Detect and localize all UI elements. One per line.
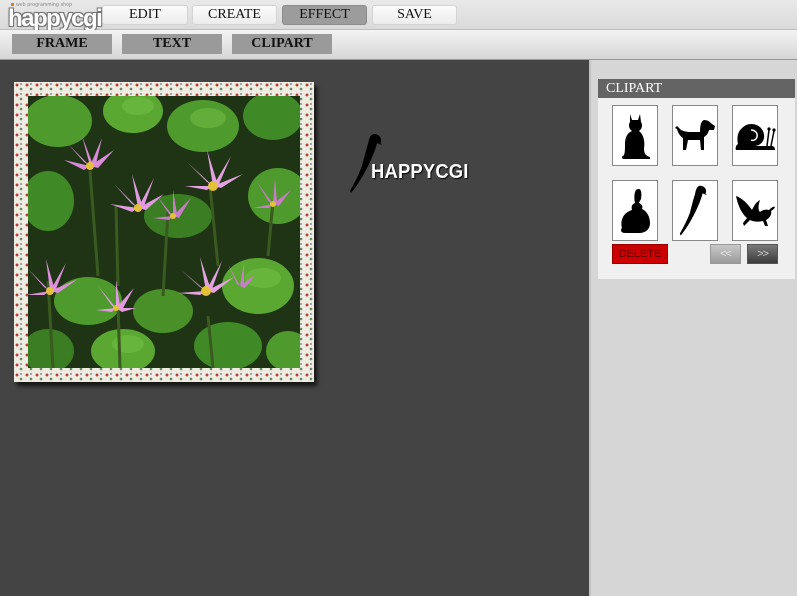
photo-frame-border — [14, 82, 314, 382]
rabbit-icon — [621, 188, 650, 233]
clipart-panel-title: CLIPART — [598, 79, 795, 98]
menu-create-button[interactable]: CREATE — [192, 5, 277, 25]
menu-effect-button[interactable]: EFFECT — [282, 5, 367, 25]
text-tab-button[interactable]: TEXT — [122, 34, 222, 54]
right-side-panel: CLIPART DELETE << >> — [589, 60, 797, 596]
cat-icon — [621, 113, 650, 159]
parrot-icon — [679, 185, 707, 235]
menu-edit-button[interactable]: EDIT — [102, 5, 188, 25]
frame-tab-button[interactable]: FRAME — [12, 34, 112, 54]
water-lily-photo-svg — [28, 96, 300, 368]
clipart-panel: CLIPART DELETE << >> — [598, 79, 795, 279]
effect-sub-toolbar: FRAME TEXT CLIPART — [0, 30, 797, 60]
prev-page-button[interactable]: << — [710, 244, 741, 264]
logo-wordmark: happycgi — [8, 5, 103, 32]
clipart-item-rabbit[interactable] — [612, 180, 658, 241]
happycgi-logo: web programming shop happycgi — [8, 2, 103, 32]
delete-clipart-button[interactable]: DELETE — [612, 244, 668, 264]
placed-clipart-overlay[interactable]: HAPPYCGI — [348, 132, 478, 196]
clipart-tab-button[interactable]: CLIPART — [232, 34, 332, 54]
clipart-item-parrot[interactable] — [672, 180, 718, 241]
bird-icon — [736, 195, 775, 226]
snail-icon — [735, 123, 776, 150]
next-page-button[interactable]: >> — [747, 244, 778, 264]
dog-icon — [675, 119, 715, 150]
menu-save-button[interactable]: SAVE — [372, 5, 457, 25]
clipart-item-bird[interactable] — [732, 180, 778, 241]
clipart-item-snail[interactable] — [732, 105, 778, 166]
top-menu-bar: web programming shop happycgi EDIT CREAT… — [0, 0, 797, 32]
overlay-text-label: HAPPYCGI — [371, 161, 469, 183]
water-lily-photo-icon[interactable] — [28, 96, 300, 368]
clipart-item-dog[interactable] — [672, 105, 718, 166]
clipart-item-cat[interactable] — [612, 105, 658, 166]
